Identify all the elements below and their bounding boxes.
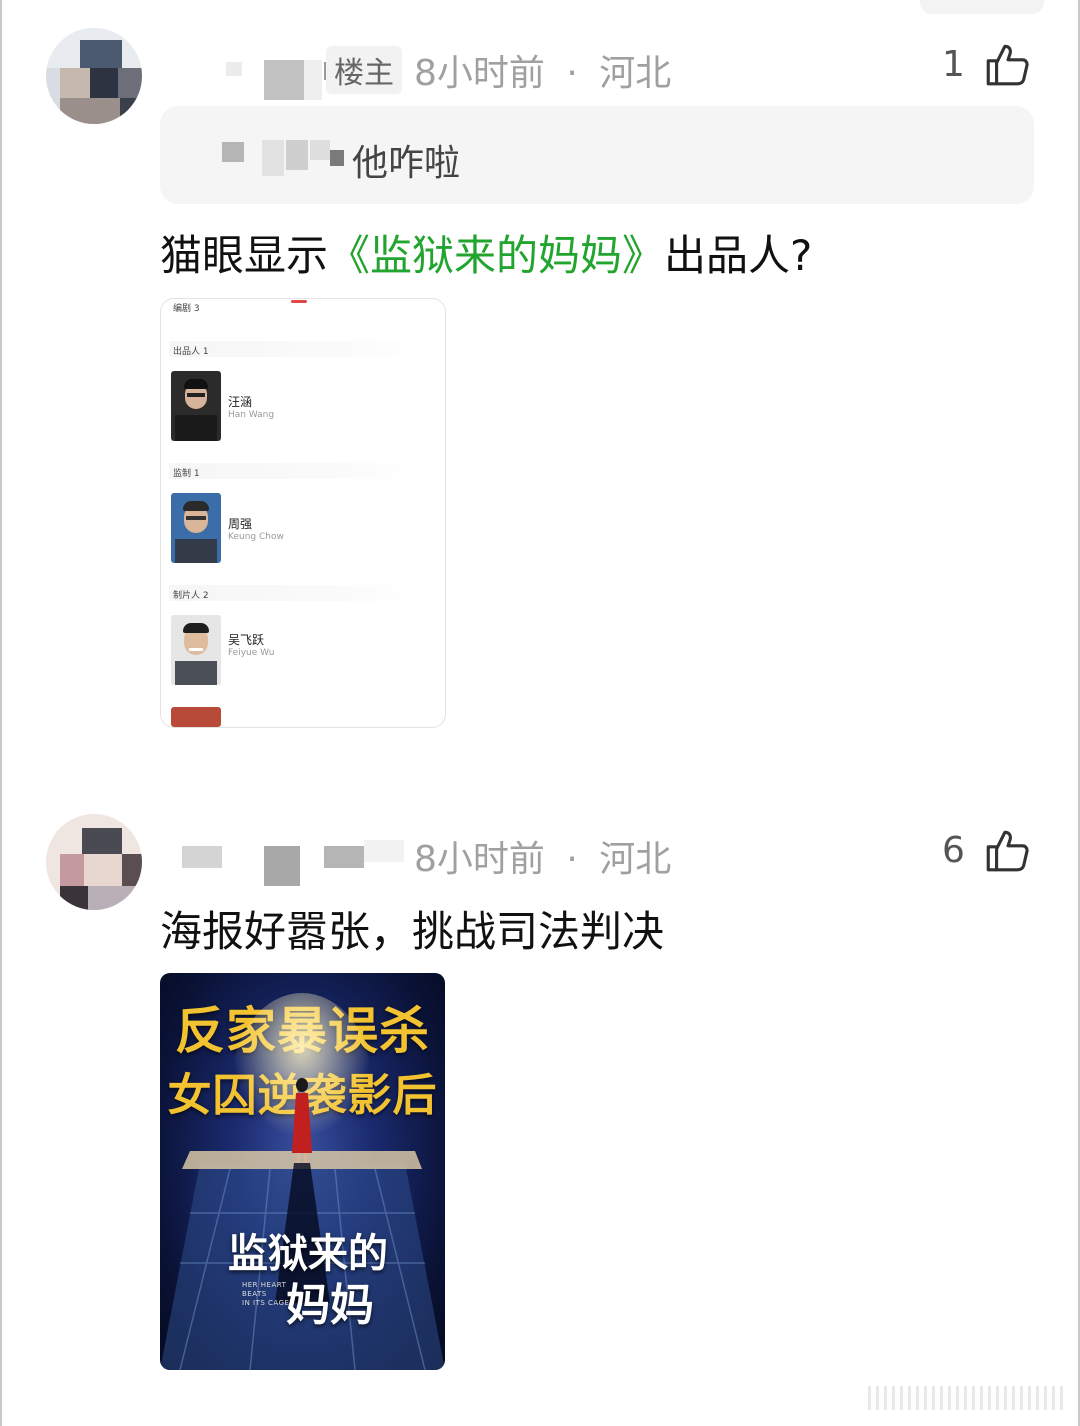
- person-name: 汪涵: [228, 395, 253, 409]
- timestamp: 8小时前: [414, 839, 545, 880]
- person-photo: [171, 371, 221, 441]
- like-count: 6: [942, 830, 965, 871]
- poster-image[interactable]: 反家暴误杀 女囚逆袭影后 监狱来的 妈妈: [160, 973, 445, 1370]
- previous-item-pill: [920, 0, 1044, 14]
- person-name-en: Feiyue Wu: [228, 648, 275, 658]
- comment-meta: 8小时前 · 河北: [414, 44, 671, 96]
- thumbs-up-icon[interactable]: [982, 40, 1032, 90]
- quoted-text: 他咋啦: [352, 143, 461, 184]
- person-name: 周强: [228, 517, 253, 531]
- comment-text: 海报好嚣张，挑战司法判决: [160, 907, 665, 956]
- location: 河北: [599, 53, 672, 94]
- active-tab-indicator: [291, 300, 307, 303]
- comment-text-plain: 猫眼显示: [160, 231, 329, 280]
- person-photo-partial: [171, 707, 221, 727]
- poster-english-title: HER HEART BEATS IN ITS CAGE: [242, 1281, 289, 1308]
- avatar[interactable]: [46, 28, 142, 124]
- section-label: 监制 1: [173, 469, 200, 479]
- person-name-en: Keung Chow: [228, 532, 284, 542]
- left-frame-line: [0, 0, 2, 1426]
- like-count: 1: [942, 44, 965, 85]
- timestamp: 8小时前: [414, 53, 545, 94]
- section-header-bg: [169, 463, 425, 479]
- watermark-decoration: [868, 1386, 1068, 1410]
- avatar[interactable]: [46, 814, 142, 910]
- meta-separator: ·: [566, 839, 578, 880]
- comment-text: 猫眼显示《监狱来的妈妈》出品人?: [160, 222, 812, 283]
- comment-text-tail: 出品人?: [664, 231, 813, 280]
- person-name: 吴飞跃: [228, 633, 265, 647]
- section-label: 制片人 2: [173, 591, 209, 601]
- thumbs-up-icon[interactable]: [982, 826, 1032, 876]
- person-name-en: Han Wang: [228, 410, 275, 420]
- person-photo: [171, 615, 221, 685]
- screenshot-image[interactable]: 编剧 3 出品人 1 汪涵 Han Wang 监制 1 周强 Keung Cho…: [160, 298, 446, 728]
- comment-meta: 8小时前 · 河北: [414, 830, 671, 882]
- author-tag: 楼主: [326, 46, 402, 94]
- poster-english-line: IN ITS CAGE: [242, 1299, 290, 1307]
- section-label: 编剧 3: [173, 304, 200, 314]
- meta-separator: ·: [566, 53, 578, 94]
- movie-link[interactable]: 《监狱来的妈妈》: [328, 231, 664, 280]
- person-photo: [171, 493, 221, 563]
- location: 河北: [599, 839, 672, 880]
- poster-english-line: BEATS: [242, 1290, 267, 1298]
- poster-english-line: HER HEART: [242, 1281, 287, 1289]
- poster-title-2: 妈妈: [286, 1280, 374, 1331]
- section-label: 出品人 1: [173, 347, 209, 357]
